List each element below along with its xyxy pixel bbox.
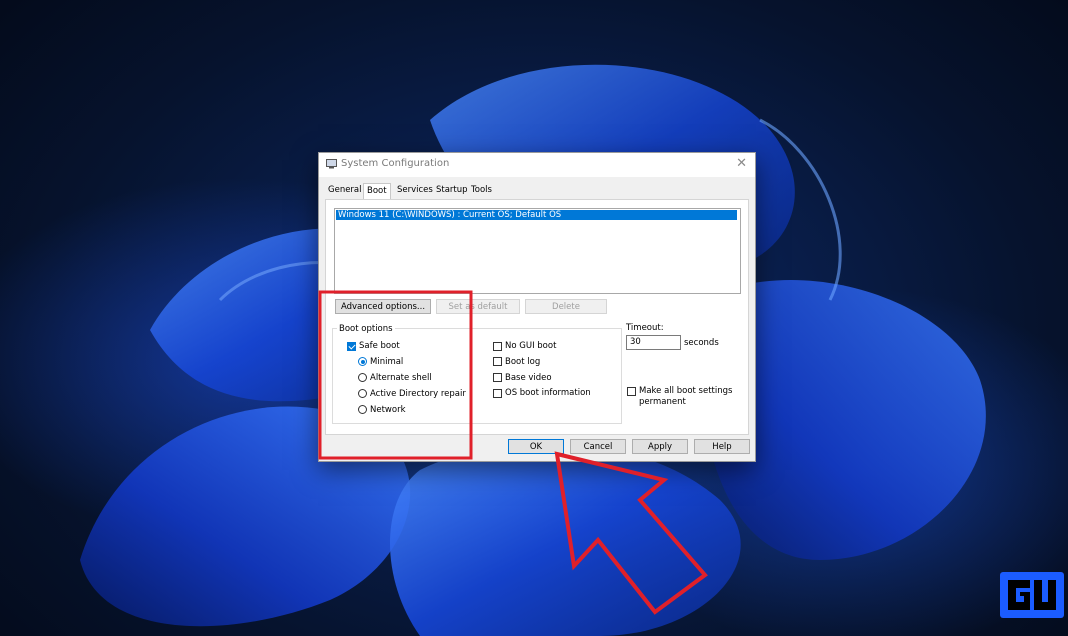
os-list-item-selected[interactable]: Windows 11 (C:\WINDOWS) : Current OS; De… [336,210,737,220]
no-gui-boot-label: No GUI boot [505,341,557,351]
dialog-title: System Configuration [341,158,450,169]
tab-general[interactable]: General [325,185,365,199]
alternate-shell-label: Alternate shell [370,373,432,383]
active-directory-repair-label: Active Directory repair [370,389,466,399]
make-permanent-label-line1: Make all boot settings [639,386,733,396]
title-bar: System Configuration ✕ [319,153,755,177]
gadgets-logo [1000,572,1064,618]
set-as-default-button[interactable]: Set as default [436,299,520,314]
system-config-icon [326,159,337,169]
timeout-label: Timeout: [626,323,664,333]
cancel-button[interactable]: Cancel [570,439,626,454]
tab-startup[interactable]: Startup [433,185,471,199]
minimal-radio[interactable] [358,357,367,366]
make-permanent-checkbox[interactable] [627,387,636,396]
make-permanent-label-line2: permanent [639,397,686,407]
boot-options-label: Boot options [337,324,395,334]
no-gui-boot-checkbox[interactable] [493,342,502,351]
apply-button[interactable]: Apply [632,439,688,454]
delete-button[interactable]: Delete [525,299,607,314]
os-list[interactable]: Windows 11 (C:\WINDOWS) : Current OS; De… [334,208,741,294]
active-directory-repair-radio[interactable] [358,389,367,398]
tab-services[interactable]: Services [394,185,436,199]
boot-log-checkbox[interactable] [493,357,502,366]
advanced-options-button[interactable]: Advanced options... [335,299,431,314]
tab-tools[interactable]: Tools [468,185,495,199]
close-icon[interactable]: ✕ [736,156,747,171]
system-configuration-dialog: System Configuration ✕ General Boot Serv… [318,152,756,462]
os-boot-information-label: OS boot information [505,388,591,398]
network-radio[interactable] [358,405,367,414]
boot-log-label: Boot log [505,357,541,367]
safe-boot-checkbox[interactable] [347,342,356,351]
alternate-shell-radio[interactable] [358,373,367,382]
safe-boot-label: Safe boot [359,341,400,351]
ok-button[interactable]: OK [508,439,564,454]
timeout-unit: seconds [684,338,719,348]
network-label: Network [370,405,406,415]
help-button[interactable]: Help [694,439,750,454]
tab-boot[interactable]: Boot [363,183,391,199]
os-boot-information-checkbox[interactable] [493,389,502,398]
timeout-input[interactable]: 30 [626,335,681,350]
base-video-checkbox[interactable] [493,373,502,382]
base-video-label: Base video [505,373,552,383]
minimal-label: Minimal [370,357,404,367]
